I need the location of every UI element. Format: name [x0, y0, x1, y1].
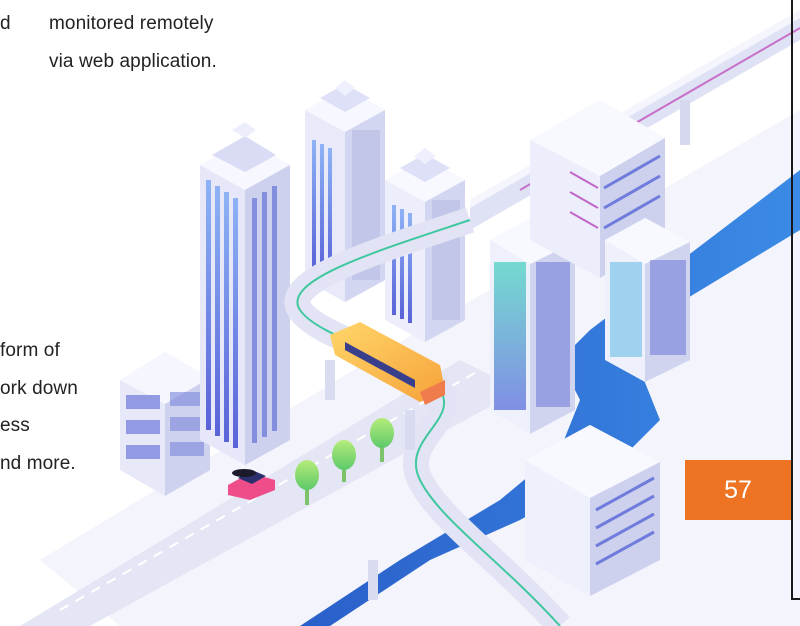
body-text-line: nd more. — [0, 453, 76, 474]
isometric-city-illustration — [20, 10, 800, 626]
building-right-glass — [605, 218, 690, 382]
body-text-clipped-top-left: d — [0, 13, 11, 34]
body-text-line: form of — [0, 340, 60, 361]
body-text-line: monitored remotely — [49, 13, 214, 34]
body-text-line: via web application. — [49, 51, 217, 72]
tower-left — [200, 122, 290, 465]
body-text-line: ork down — [0, 378, 78, 399]
page-edge-horizontal — [791, 598, 800, 600]
page-edge-vertical — [791, 0, 793, 600]
building-small-left — [120, 352, 210, 496]
body-text-line: ess — [0, 415, 30, 436]
page-number-badge: 57 — [685, 460, 791, 520]
page-number: 57 — [724, 475, 752, 504]
